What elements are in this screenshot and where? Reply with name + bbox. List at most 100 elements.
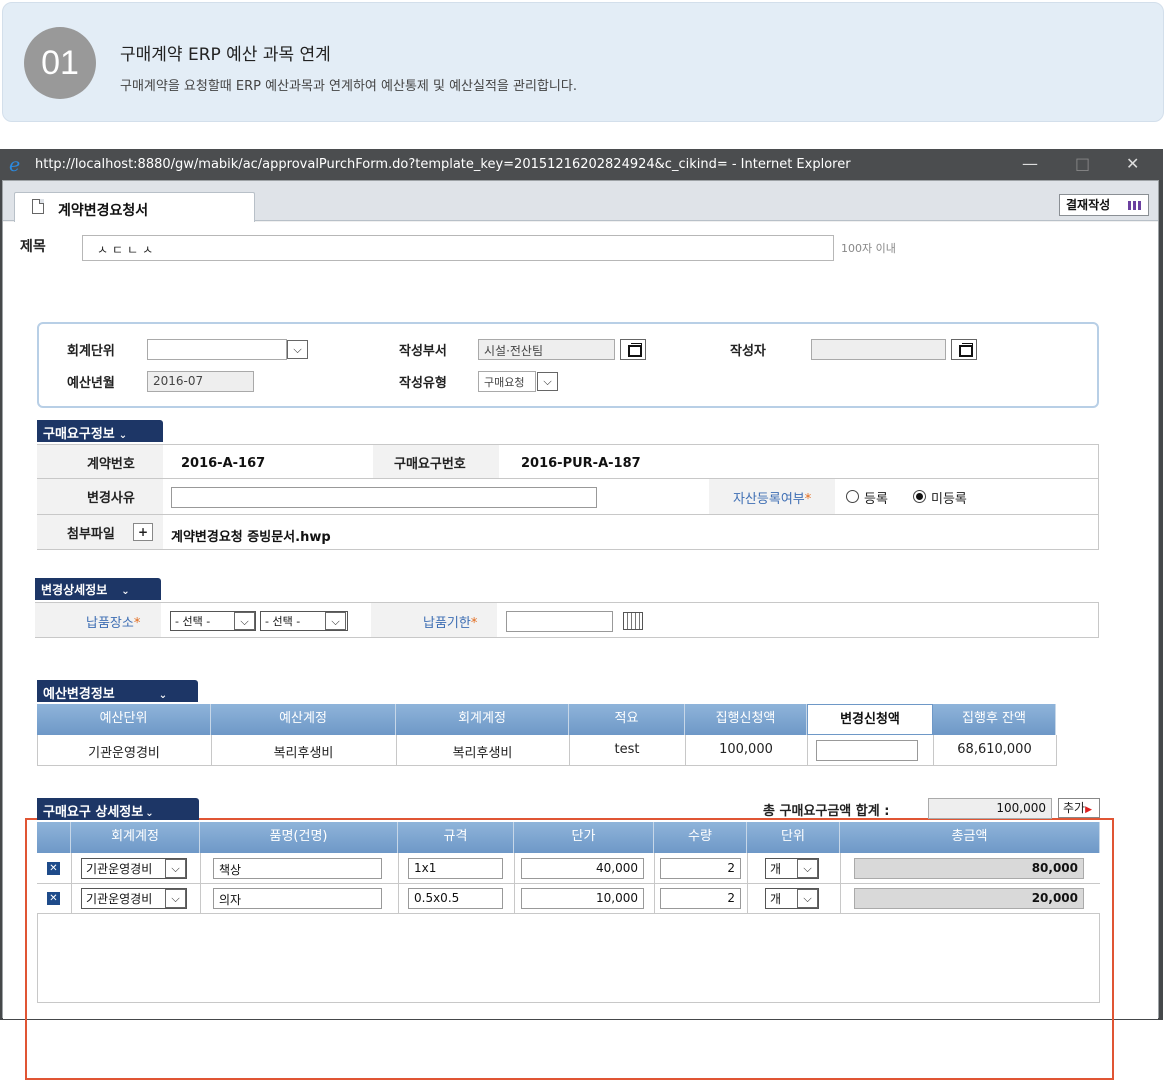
- asset-registration-label-text: 자산등록여부: [733, 492, 805, 507]
- delete-row-icon[interactable]: ✕: [47, 862, 60, 875]
- budget-change-title: 예산변경정보: [43, 687, 115, 702]
- tab-bar: 계약변경요청서 결재작성: [3, 181, 1158, 222]
- document-icon: [32, 199, 44, 214]
- writer-popup-icon[interactable]: [951, 339, 977, 360]
- execution-request-cell: 100,000: [719, 742, 773, 757]
- chevron-down-icon[interactable]: ⌵: [234, 612, 255, 630]
- row-total-field: 80,000: [854, 858, 1084, 879]
- writer-dept-label: 작성부서: [399, 344, 447, 359]
- add-row-label: 추가: [1063, 801, 1086, 815]
- purchase-info-section-header[interactable]: 구매요구정보 ⌄: [37, 420, 163, 442]
- total-amount-field: 100,000: [928, 798, 1052, 819]
- balance-after-cell: 68,610,000: [957, 742, 1032, 757]
- window-title: http://localhost:8880/gw/mabik/ac/approv…: [35, 157, 851, 172]
- account-value: 기관운영경비: [86, 862, 153, 876]
- internet-explorer-icon: e: [9, 154, 21, 176]
- writer-field: [811, 339, 946, 360]
- delivery-place-label-text: 납품장소: [86, 616, 134, 631]
- chevron-down-icon: ⌄: [158, 690, 168, 701]
- col-unit-price: 단가: [514, 822, 654, 853]
- maximize-button[interactable]: □: [1075, 154, 1090, 173]
- spec-input[interactable]: 1x1: [408, 858, 503, 879]
- divider: [807, 735, 808, 766]
- chevron-down-icon: ⌄: [145, 808, 154, 819]
- purchase-detail-section-header[interactable]: 구매요구 상세정보 ⌄: [37, 798, 199, 820]
- unit-value: 개: [770, 892, 782, 906]
- window-title-bar: e http://localhost:8880/gw/mabik/ac/appr…: [0, 149, 1163, 180]
- asset-register-radio[interactable]: [846, 490, 859, 503]
- divider: [1098, 444, 1099, 550]
- row-total-field: 20,000: [854, 888, 1084, 909]
- attachment-file-link[interactable]: 계약변경요청 증빙문서.hwp: [171, 526, 331, 545]
- chevron-down-icon: ⌄: [118, 430, 128, 441]
- calendar-icon[interactable]: [623, 612, 643, 630]
- add-attachment-button[interactable]: +: [133, 523, 153, 541]
- divider: [747, 853, 748, 913]
- feature-intro-card: 01 구매계약 ERP 예산 과목 연계 구매계약을 요청할때 ERP 예산과목…: [2, 2, 1164, 122]
- accounting-unit-select[interactable]: [147, 339, 287, 360]
- close-button[interactable]: ✕: [1126, 154, 1139, 173]
- col-quantity: 수량: [654, 822, 747, 853]
- col-item-name: 품명(건명): [200, 822, 398, 853]
- spec-input[interactable]: 0.5x0.5: [408, 888, 503, 909]
- col-change-request: 변경신청액: [807, 704, 933, 735]
- budget-change-section-header[interactable]: 예산변경정보 ⌄: [37, 680, 198, 702]
- select-2-value: - 선택 -: [265, 615, 301, 628]
- chevron-down-icon[interactable]: ⌵: [797, 889, 818, 908]
- minimize-button[interactable]: —: [1022, 154, 1038, 173]
- col-budget-unit: 예산단위: [37, 704, 211, 735]
- unit-price-input[interactable]: 40,000: [521, 858, 644, 879]
- quantity-input[interactable]: 2: [660, 858, 741, 879]
- delete-row-icon[interactable]: ✕: [47, 892, 60, 905]
- change-reason-label: 변경사유: [87, 491, 135, 506]
- col-account: 회계계정: [71, 822, 200, 853]
- chevron-down-icon[interactable]: ⌵: [165, 859, 186, 878]
- col-budget-account: 예산계정: [211, 704, 396, 735]
- chevron-down-icon[interactable]: ⌵: [797, 859, 818, 878]
- chevron-down-icon[interactable]: ⌵: [325, 612, 346, 630]
- item-name-input[interactable]: 의자: [213, 888, 382, 909]
- write-approval-button[interactable]: 결재작성: [1059, 194, 1149, 216]
- divider: [654, 853, 655, 913]
- write-type-select[interactable]: 구매요청: [478, 371, 536, 392]
- divider: [840, 853, 841, 913]
- budget-month-label: 예산년월: [67, 376, 115, 391]
- delivery-deadline-label: 납품기한*: [423, 616, 478, 631]
- quantity-input[interactable]: 2: [660, 888, 741, 909]
- chevron-down-icon[interactable]: ⌵: [287, 340, 308, 359]
- col-execution-request: 집행신청액: [685, 704, 807, 735]
- change-request-input[interactable]: [816, 740, 918, 761]
- document-info-box: [37, 322, 1099, 408]
- account-value: 기관운영경비: [86, 892, 153, 906]
- col-spec: 규격: [398, 822, 514, 853]
- contract-no-label: 계약번호: [87, 457, 135, 472]
- change-detail-section-header[interactable]: 변경상세정보 ⌄: [35, 578, 161, 600]
- add-row-button[interactable]: 추가▶: [1058, 798, 1100, 818]
- asset-unregistered-radio[interactable]: [913, 490, 926, 503]
- item-name-input[interactable]: 책상: [213, 858, 382, 879]
- chevron-down-icon[interactable]: ⌵: [165, 889, 186, 908]
- request-no-label: 구매요구번호: [394, 457, 466, 472]
- step-number-badge: 01: [24, 27, 96, 99]
- divider: [37, 514, 1099, 515]
- chevron-down-icon[interactable]: ⌵: [537, 372, 558, 391]
- unit-value: 개: [770, 862, 782, 876]
- asset-register-option: 등록: [864, 492, 888, 507]
- divider: [35, 637, 1099, 638]
- budget-month-field: 2016-07: [147, 371, 254, 392]
- subject-input[interactable]: ㅅㄷㄴㅅ: [82, 235, 834, 261]
- change-reason-input[interactable]: [171, 487, 597, 508]
- page-content: 계약변경요청서 결재작성 제목 ㅅㄷㄴㅅ 100자 이내 회계단위 ⌵ 작성부서…: [2, 180, 1159, 1080]
- purchase-detail-title: 구매요구 상세정보: [43, 805, 144, 820]
- summary-cell: test: [614, 742, 640, 757]
- dept-popup-icon[interactable]: [620, 339, 646, 360]
- change-detail-title: 변경상세정보: [41, 583, 108, 597]
- tab-contract-change-request[interactable]: 계약변경요청서: [14, 192, 255, 222]
- request-no-value: 2016-PUR-A-187: [521, 456, 641, 471]
- browser-window: e http://localhost:8880/gw/mabik/ac/appr…: [0, 149, 1163, 1080]
- subject-row: 제목 ㅅㄷㄴㅅ 100자 이내: [3, 222, 1158, 264]
- purchase-info-title: 구매요구정보: [43, 427, 115, 442]
- divider: [514, 853, 515, 913]
- unit-price-input[interactable]: 10,000: [521, 888, 644, 909]
- delivery-deadline-input[interactable]: [506, 611, 613, 632]
